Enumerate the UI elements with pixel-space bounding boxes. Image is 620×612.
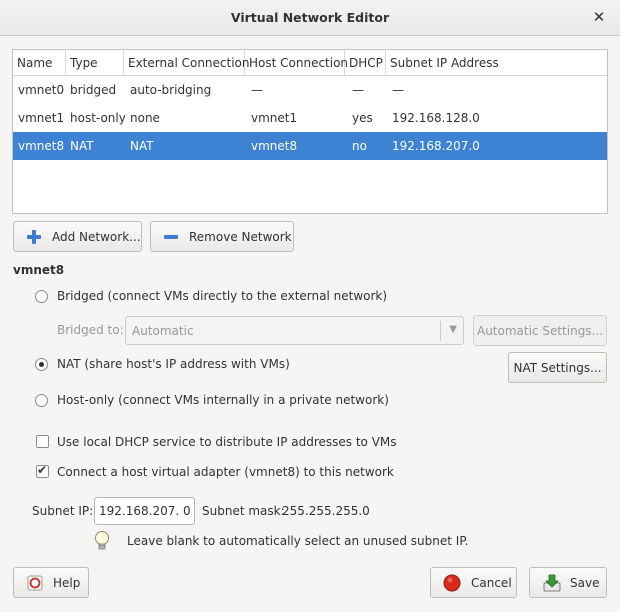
cell-dhcp: yes — [352, 111, 373, 125]
nat-radio[interactable] — [35, 358, 48, 371]
minus-icon — [164, 234, 178, 239]
cell-name: vmnet1 — [18, 111, 65, 125]
help-button[interactable]: Help — [13, 567, 89, 598]
network-table: Name Type External Connection Host Conne… — [12, 49, 608, 214]
host-only-option-label[interactable]: Host-only (connect VMs internally in a p… — [57, 393, 389, 407]
remove-network-button[interactable]: Remove Network — [150, 221, 294, 252]
add-network-button[interactable]: Add Network... — [13, 221, 142, 252]
cell-external: none — [130, 111, 160, 125]
cell-name: vmnet8 — [18, 139, 65, 153]
nat-settings-button[interactable]: NAT Settings... — [508, 352, 607, 383]
nat-settings-label: NAT Settings... — [513, 360, 602, 375]
column-header-external-connection[interactable]: External Connection — [124, 50, 250, 76]
window-title: Virtual Network Editor — [230, 10, 390, 25]
connect-adapter-checkbox[interactable] — [36, 463, 49, 478]
cell-external: NAT — [130, 139, 154, 153]
bridged-option-label[interactable]: Bridged (connect VMs directly to the ext… — [57, 289, 387, 303]
column-header-type[interactable]: Type — [66, 50, 124, 76]
cancel-label: Cancel — [471, 575, 512, 590]
remove-network-label: Remove Network — [189, 229, 292, 244]
bridged-radio[interactable] — [35, 290, 48, 303]
bridged-to-value: Automatic — [132, 324, 194, 338]
subnet-mask-value: 255.255.255.0 — [282, 504, 370, 518]
table-row[interactable]: vmnet1 host-only none vmnet1 yes 192.168… — [13, 104, 607, 132]
save-download-icon — [543, 574, 561, 591]
help-label: Help — [53, 575, 81, 590]
plus-icon — [27, 229, 41, 244]
help-lifebuoy-icon — [27, 575, 43, 590]
cell-type: host-only — [70, 111, 126, 125]
save-button[interactable]: Save — [529, 567, 607, 598]
cell-name: vmnet0 — [18, 83, 65, 97]
use-dhcp-checkbox[interactable] — [36, 435, 49, 448]
bridged-to-label: Bridged to: — [57, 323, 124, 337]
chevron-down-icon: ▼ — [449, 324, 457, 335]
use-dhcp-label[interactable]: Use local DHCP service to distribute IP … — [57, 435, 397, 449]
column-header-host-connection[interactable]: Host Connection — [245, 50, 348, 76]
column-header-name[interactable]: Name — [13, 50, 66, 76]
title-bar: Virtual Network Editor ✕ — [0, 0, 620, 36]
cell-external: auto-bridging — [130, 83, 212, 97]
save-label: Save — [570, 575, 600, 590]
cell-subnet: — — [392, 83, 404, 97]
cell-subnet: 192.168.128.0 — [392, 111, 480, 125]
subnet-mask-label: Subnet mask: — [202, 504, 285, 518]
table-row-selected[interactable]: vmnet8 NAT NAT vmnet8 no 192.168.207.0 — [13, 132, 607, 160]
cell-subnet: 192.168.207.0 — [392, 139, 480, 153]
connect-adapter-label[interactable]: Connect a host virtual adapter (vmnet8) … — [57, 465, 394, 479]
cancel-button[interactable]: Cancel — [430, 567, 517, 598]
nat-option-label[interactable]: NAT (share host's IP address with VMs) — [57, 357, 290, 371]
cell-dhcp: no — [352, 139, 367, 153]
combo-divider — [440, 321, 441, 341]
table-row[interactable]: vmnet0 bridged auto-bridging — — — — [13, 76, 607, 104]
cell-host: vmnet8 — [251, 139, 298, 153]
stop-icon — [443, 574, 461, 591]
cell-host: vmnet1 — [251, 111, 298, 125]
cell-type: bridged — [70, 83, 117, 97]
automatic-settings-button[interactable]: Automatic Settings... — [473, 315, 607, 346]
column-header-dhcp[interactable]: DHCP — [345, 50, 386, 76]
subnet-hint-text: Leave blank to automatically select an u… — [127, 534, 469, 548]
table-header: Name Type External Connection Host Conne… — [13, 50, 607, 76]
close-icon[interactable]: ✕ — [590, 8, 608, 26]
subnet-ip-label: Subnet IP: — [32, 504, 94, 518]
cell-type: NAT — [70, 139, 94, 153]
lightbulb-icon — [95, 531, 109, 550]
host-only-radio[interactable] — [35, 394, 48, 407]
column-header-subnet-ip[interactable]: Subnet IP Address — [386, 50, 607, 76]
automatic-settings-label: Automatic Settings... — [476, 323, 604, 338]
cell-dhcp: — — [352, 83, 364, 97]
add-network-label: Add Network... — [52, 229, 141, 244]
bridged-to-select[interactable]: Automatic ▼ — [125, 316, 464, 345]
selected-network-label: vmnet8 — [13, 263, 65, 277]
cell-host: — — [251, 83, 263, 97]
subnet-ip-input[interactable]: 192.168.207. 0 — [94, 497, 195, 525]
